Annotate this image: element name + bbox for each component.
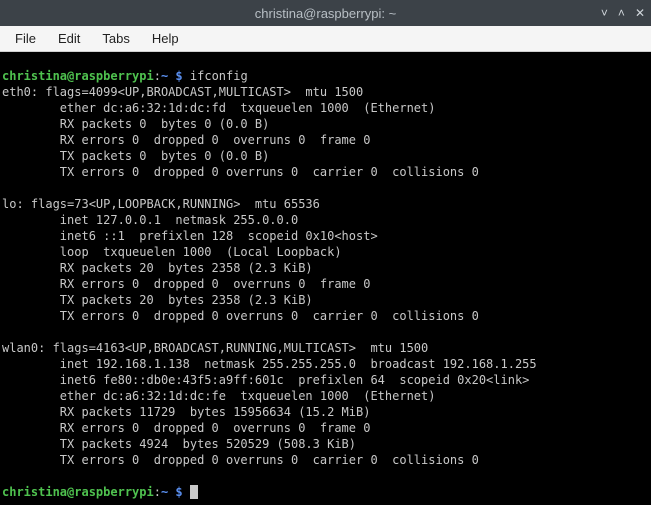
terminal-cursor xyxy=(190,485,198,499)
terminal-viewport[interactable]: christina@raspberrypi:~ $ ifconfig eth0:… xyxy=(0,52,651,505)
eth0-line: RX errors 0 dropped 0 overruns 0 frame 0 xyxy=(2,133,370,147)
prompt-sep: : xyxy=(154,69,161,83)
wlan0-line: TX errors 0 dropped 0 overruns 0 carrier… xyxy=(2,453,479,467)
wlan0-line: RX packets 11729 bytes 15956634 (15.2 Mi… xyxy=(2,405,370,419)
command-text: ifconfig xyxy=(190,69,248,83)
window-title: christina@raspberrypi: ~ xyxy=(255,6,396,21)
lo-header: lo: flags=73<UP,LOOPBACK,RUNNING> mtu 65… xyxy=(2,197,320,211)
prompt-dollar: $ xyxy=(175,69,182,83)
eth0-line: TX packets 0 bytes 0 (0.0 B) xyxy=(2,149,269,163)
menu-file[interactable]: File xyxy=(6,29,45,48)
prompt-user-host: christina@raspberrypi xyxy=(2,485,154,499)
wlan0-header: wlan0: flags=4163<UP,BROADCAST,RUNNING,M… xyxy=(2,341,428,355)
maximize-button[interactable]: ˄ xyxy=(618,6,625,20)
menu-bar: File Edit Tabs Help xyxy=(0,26,651,52)
window-titlebar: christina@raspberrypi: ~ ˅ ˄ ✕ xyxy=(0,0,651,26)
eth0-header: eth0: flags=4099<UP,BROADCAST,MULTICAST>… xyxy=(2,85,363,99)
prompt-path: ~ xyxy=(161,485,168,499)
wlan0-line: inet 192.168.1.138 netmask 255.255.255.0… xyxy=(2,357,537,371)
lo-line: inet 127.0.0.1 netmask 255.0.0.0 xyxy=(2,213,298,227)
window-controls: ˅ ˄ ✕ xyxy=(601,6,645,20)
wlan0-line: ether dc:a6:32:1d:dc:fe txqueuelen 1000 … xyxy=(2,389,435,403)
eth0-line: ether dc:a6:32:1d:dc:fd txqueuelen 1000 … xyxy=(2,101,435,115)
wlan0-line: inet6 fe80::db0e:43f5:a9ff:601c prefixle… xyxy=(2,373,529,387)
lo-line: inet6 ::1 prefixlen 128 scopeid 0x10<hos… xyxy=(2,229,378,243)
lo-line: RX packets 20 bytes 2358 (2.3 KiB) xyxy=(2,261,313,275)
prompt-dollar: $ xyxy=(175,485,182,499)
close-button[interactable]: ✕ xyxy=(635,6,645,20)
menu-tabs[interactable]: Tabs xyxy=(93,29,138,48)
minimize-button[interactable]: ˅ xyxy=(601,6,608,20)
menu-edit[interactable]: Edit xyxy=(49,29,89,48)
prompt-user-host: christina@raspberrypi xyxy=(2,69,154,83)
prompt-path: ~ xyxy=(161,69,168,83)
wlan0-line: RX errors 0 dropped 0 overruns 0 frame 0 xyxy=(2,421,370,435)
lo-line: RX errors 0 dropped 0 overruns 0 frame 0 xyxy=(2,277,370,291)
menu-help[interactable]: Help xyxy=(143,29,188,48)
prompt-sep: : xyxy=(154,485,161,499)
lo-line: loop txqueuelen 1000 (Local Loopback) xyxy=(2,245,342,259)
eth0-line: RX packets 0 bytes 0 (0.0 B) xyxy=(2,117,269,131)
lo-line: TX errors 0 dropped 0 overruns 0 carrier… xyxy=(2,309,479,323)
wlan0-line: TX packets 4924 bytes 520529 (508.3 KiB) xyxy=(2,437,356,451)
eth0-line: TX errors 0 dropped 0 overruns 0 carrier… xyxy=(2,165,479,179)
lo-line: TX packets 20 bytes 2358 (2.3 KiB) xyxy=(2,293,313,307)
